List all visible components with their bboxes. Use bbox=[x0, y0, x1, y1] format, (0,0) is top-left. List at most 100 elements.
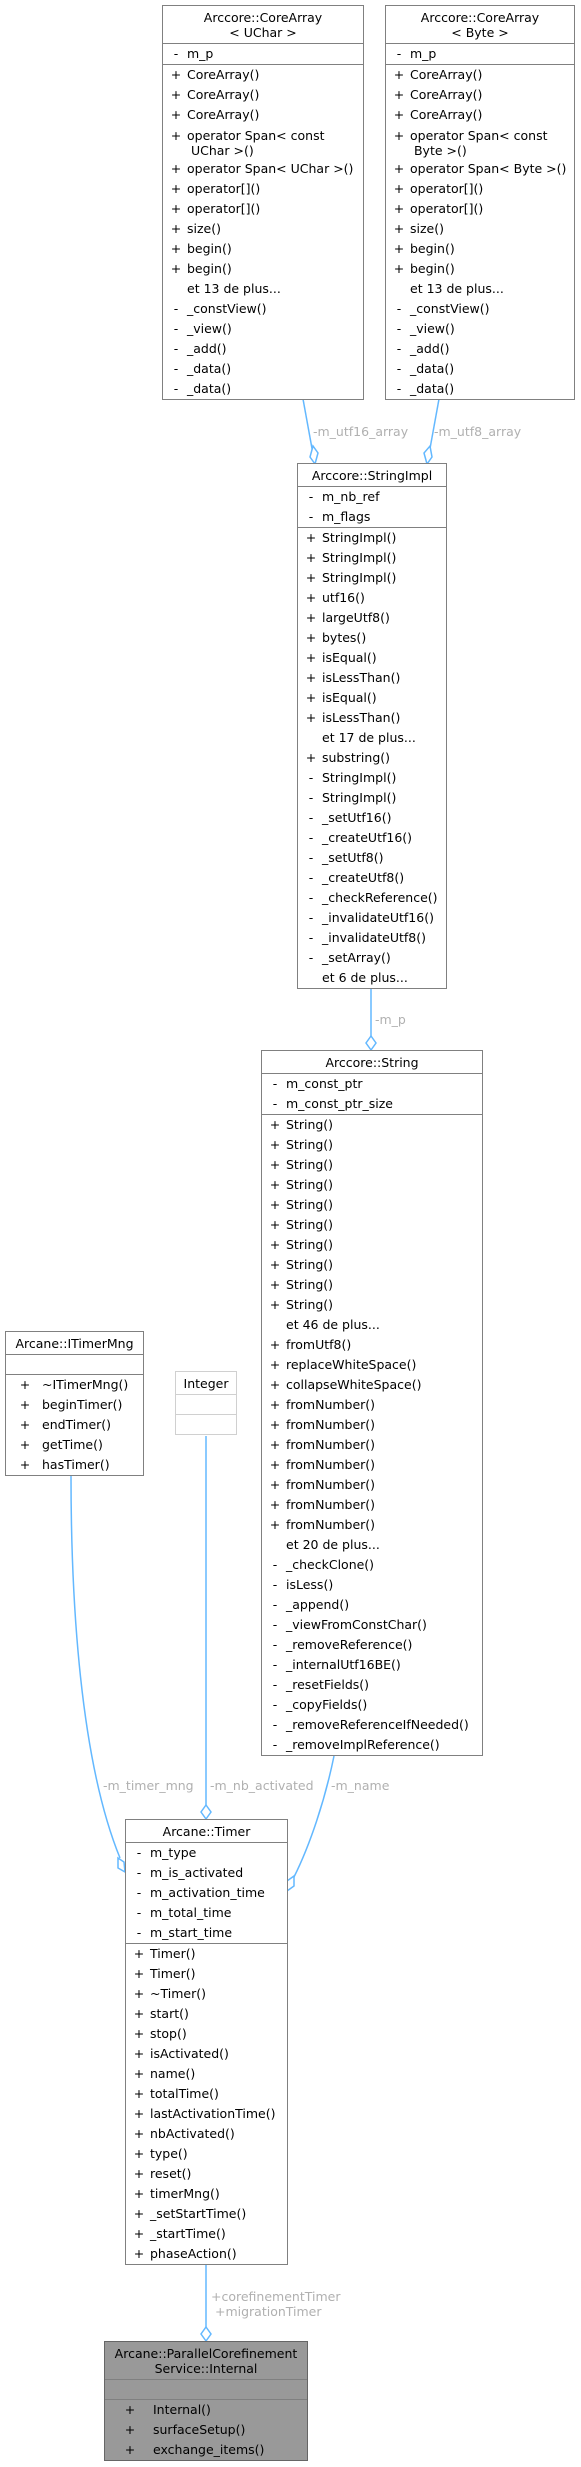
method-row[interactable]: + collapseWhiteSpace() bbox=[262, 1375, 482, 1395]
method-row[interactable]: - _setArray() bbox=[298, 948, 446, 968]
class-string[interactable]: Arccore::String - m_const_ptr - m_const_ptr… bbox=[261, 1050, 483, 1756]
method-row[interactable]: - _checkClone() bbox=[262, 1555, 482, 1575]
method-row[interactable]: + substring() bbox=[298, 748, 446, 768]
method-row[interactable]: + operator[]() bbox=[386, 199, 574, 219]
attribute-row[interactable]: - m_p bbox=[163, 44, 363, 64]
method-row[interactable]: + CoreArray() bbox=[163, 65, 363, 85]
method-row[interactable]: + String() bbox=[262, 1115, 482, 1135]
method-row[interactable]: + beginTimer() bbox=[6, 1395, 143, 1415]
class-itimermng[interactable]: Arcane::ITimerMng + ~ITimerMng() + beginTim… bbox=[5, 1331, 144, 1476]
attribute-row[interactable]: - m_activation_time bbox=[126, 1883, 287, 1903]
method-row[interactable]: + fromNumber() bbox=[262, 1435, 482, 1455]
class-corearray-byte[interactable]: Arccore::CoreArray < Byte > - m_p + CoreAr… bbox=[385, 5, 575, 400]
method-row[interactable]: - _view() bbox=[386, 319, 574, 339]
method-row[interactable]: + isEqual() bbox=[298, 648, 446, 668]
method-row[interactable]: - isLess() bbox=[262, 1575, 482, 1595]
method-row[interactable]: + name() bbox=[126, 2064, 287, 2084]
method-row[interactable]: - StringImpl() bbox=[298, 768, 446, 788]
method-row[interactable]: - StringImpl() bbox=[298, 788, 446, 808]
method-row[interactable]: + nbActivated() bbox=[126, 2124, 287, 2144]
method-row[interactable]: + StringImpl() bbox=[298, 528, 446, 548]
attribute-row[interactable]: - m_flags bbox=[298, 507, 446, 527]
method-row[interactable]: + fromNumber() bbox=[262, 1395, 482, 1415]
method-row[interactable]: et 6 de plus... bbox=[298, 968, 446, 988]
method-row[interactable]: + Timer() bbox=[126, 1964, 287, 1984]
method-row[interactable]: + String() bbox=[262, 1195, 482, 1215]
method-row[interactable]: + surfaceSetup() bbox=[105, 2420, 307, 2440]
method-row[interactable]: - _data() bbox=[386, 379, 574, 399]
method-row[interactable]: + exchange_items() bbox=[105, 2440, 307, 2460]
method-row[interactable]: + String() bbox=[262, 1215, 482, 1235]
method-row[interactable]: + operator Span< const UChar >() bbox=[163, 125, 363, 159]
method-row[interactable]: + begin() bbox=[163, 259, 363, 279]
method-row[interactable]: + operator[]() bbox=[163, 179, 363, 199]
method-row[interactable]: + _setStartTime() bbox=[126, 2204, 287, 2224]
method-row[interactable]: - _constView() bbox=[386, 299, 574, 319]
attribute-row[interactable]: - m_const_ptr bbox=[262, 1074, 482, 1094]
method-row[interactable]: - _removeReferenceIfNeeded() bbox=[262, 1715, 482, 1735]
method-row[interactable]: - _constView() bbox=[163, 299, 363, 319]
method-row[interactable]: - _copyFields() bbox=[262, 1695, 482, 1715]
method-row[interactable]: + replaceWhiteSpace() bbox=[262, 1355, 482, 1375]
method-row[interactable]: - _data() bbox=[386, 359, 574, 379]
method-row[interactable]: + totalTime() bbox=[126, 2084, 287, 2104]
method-row[interactable]: + endTimer() bbox=[6, 1415, 143, 1435]
attribute-row[interactable]: - m_nb_ref bbox=[298, 487, 446, 507]
method-row[interactable]: + fromNumber() bbox=[262, 1495, 482, 1515]
method-row[interactable]: et 13 de plus... bbox=[386, 279, 574, 299]
method-row[interactable]: + operator[]() bbox=[163, 199, 363, 219]
method-row[interactable]: + operator[]() bbox=[386, 179, 574, 199]
attribute-row[interactable]: - m_type bbox=[126, 1843, 287, 1863]
method-row[interactable]: + begin() bbox=[386, 239, 574, 259]
method-row[interactable]: + largeUtf8() bbox=[298, 608, 446, 628]
method-row[interactable]: + String() bbox=[262, 1235, 482, 1255]
method-row[interactable]: - _removeImplReference() bbox=[262, 1735, 482, 1755]
attribute-row[interactable]: - m_p bbox=[386, 44, 574, 64]
method-row[interactable]: + getTime() bbox=[6, 1435, 143, 1455]
method-row[interactable]: + CoreArray() bbox=[163, 85, 363, 105]
method-row[interactable]: + isLessThan() bbox=[298, 708, 446, 728]
method-row[interactable]: + hasTimer() bbox=[6, 1455, 143, 1475]
method-row[interactable]: + timerMng() bbox=[126, 2184, 287, 2204]
method-row[interactable]: + String() bbox=[262, 1275, 482, 1295]
method-row[interactable]: - _setUtf16() bbox=[298, 808, 446, 828]
method-row[interactable]: + phaseAction() bbox=[126, 2244, 287, 2264]
method-row[interactable]: et 20 de plus... bbox=[262, 1535, 482, 1555]
method-row[interactable]: + isEqual() bbox=[298, 688, 446, 708]
method-row[interactable]: - _setUtf8() bbox=[298, 848, 446, 868]
method-row[interactable]: + isLessThan() bbox=[298, 668, 446, 688]
method-row[interactable]: et 17 de plus... bbox=[298, 728, 446, 748]
method-row[interactable]: - _internalUtf16BE() bbox=[262, 1655, 482, 1675]
attribute-row[interactable]: - m_const_ptr_size bbox=[262, 1094, 482, 1114]
method-row[interactable]: et 46 de plus... bbox=[262, 1315, 482, 1335]
method-row[interactable]: - _invalidateUtf16() bbox=[298, 908, 446, 928]
method-row[interactable]: + ~Timer() bbox=[126, 1984, 287, 2004]
method-row[interactable]: + utf16() bbox=[298, 588, 446, 608]
method-row[interactable]: - _createUtf16() bbox=[298, 828, 446, 848]
method-row[interactable]: + reset() bbox=[126, 2164, 287, 2184]
method-row[interactable]: + CoreArray() bbox=[163, 105, 363, 125]
method-row[interactable]: + StringImpl() bbox=[298, 568, 446, 588]
method-row[interactable]: + String() bbox=[262, 1295, 482, 1315]
method-row[interactable]: et 13 de plus... bbox=[163, 279, 363, 299]
class-internal[interactable]: Arcane::ParallelCorefinement Service::In… bbox=[104, 2341, 308, 2461]
method-row[interactable]: + CoreArray() bbox=[386, 85, 574, 105]
class-corearray-uchar[interactable]: Arccore::CoreArray < UChar > - m_p + CoreA… bbox=[162, 5, 364, 400]
method-row[interactable]: + size() bbox=[163, 219, 363, 239]
method-row[interactable]: + bytes() bbox=[298, 628, 446, 648]
method-row[interactable]: + Internal() bbox=[105, 2400, 307, 2420]
method-row[interactable]: + operator Span< UChar >() bbox=[163, 159, 363, 179]
method-row[interactable]: - _createUtf8() bbox=[298, 868, 446, 888]
method-row[interactable]: + CoreArray() bbox=[386, 65, 574, 85]
method-row[interactable]: + size() bbox=[386, 219, 574, 239]
method-row[interactable]: - _invalidateUtf8() bbox=[298, 928, 446, 948]
method-row[interactable]: + begin() bbox=[163, 239, 363, 259]
method-row[interactable]: + isActivated() bbox=[126, 2044, 287, 2064]
method-row[interactable]: - _viewFromConstChar() bbox=[262, 1615, 482, 1635]
method-row[interactable]: + String() bbox=[262, 1175, 482, 1195]
attribute-row[interactable]: - m_is_activated bbox=[126, 1863, 287, 1883]
method-row[interactable]: - _view() bbox=[163, 319, 363, 339]
method-row[interactable]: + operator Span< const Byte >() bbox=[386, 125, 574, 159]
method-row[interactable]: + lastActivationTime() bbox=[126, 2104, 287, 2124]
method-row[interactable]: + _startTime() bbox=[126, 2224, 287, 2244]
